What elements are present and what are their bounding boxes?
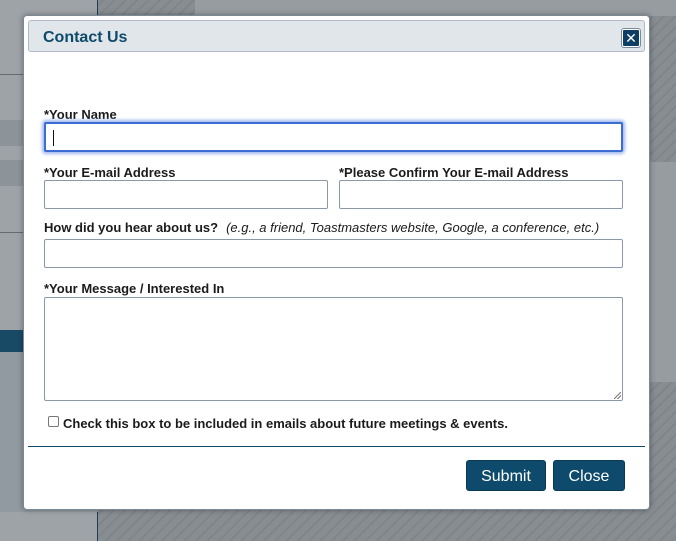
name-label: *Your Name — [44, 107, 117, 122]
confirm-email-label: *Please Confirm Your E-mail Address — [339, 165, 569, 180]
close-button[interactable]: Close — [553, 460, 625, 491]
referral-label: How did you hear about us? — [44, 220, 219, 235]
referral-label-row: How did you hear about us? (e.g., a frien… — [44, 220, 599, 235]
contact-dialog: Contact Us ✕ *Your Name *Your E-mail Add… — [23, 15, 650, 510]
dialog-title: Contact Us — [43, 29, 128, 46]
close-icon[interactable]: ✕ — [621, 28, 641, 48]
email-field[interactable] — [44, 180, 328, 209]
referral-hint: (e.g., a friend, Toastmasters website, G… — [226, 220, 600, 235]
confirm-email-field[interactable] — [339, 180, 623, 209]
email-label: *Your E-mail Address — [44, 165, 176, 180]
submit-button[interactable]: Submit — [466, 460, 546, 491]
resize-grip-icon[interactable] — [614, 392, 621, 399]
opt-in-label: Check this box to be included in emails … — [63, 416, 508, 431]
name-field[interactable] — [44, 122, 623, 152]
dialog-titlebar: Contact Us ✕ — [28, 20, 645, 52]
message-label: *Your Message / Interested In — [44, 281, 225, 296]
text-caret — [53, 130, 54, 146]
message-textarea[interactable] — [44, 297, 623, 401]
referral-field[interactable] — [44, 239, 623, 268]
dialog-footer-divider — [28, 446, 645, 447]
opt-in-checkbox[interactable] — [48, 416, 59, 427]
